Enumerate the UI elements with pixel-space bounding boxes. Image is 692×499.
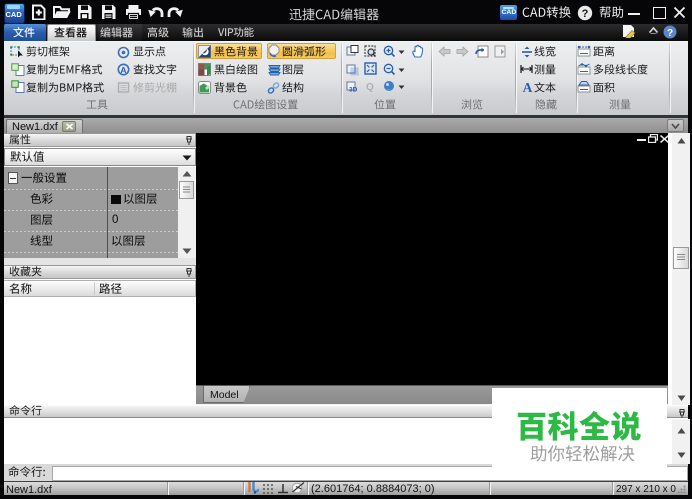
- svg-text:?: ?: [582, 8, 589, 20]
- svg-text:A: A: [523, 80, 533, 93]
- svg-text:Q: Q: [366, 82, 374, 93]
- svg-text:?: ?: [667, 28, 673, 39]
- svg-text:A: A: [120, 65, 126, 75]
- svg-text:3D: 3D: [349, 87, 358, 94]
